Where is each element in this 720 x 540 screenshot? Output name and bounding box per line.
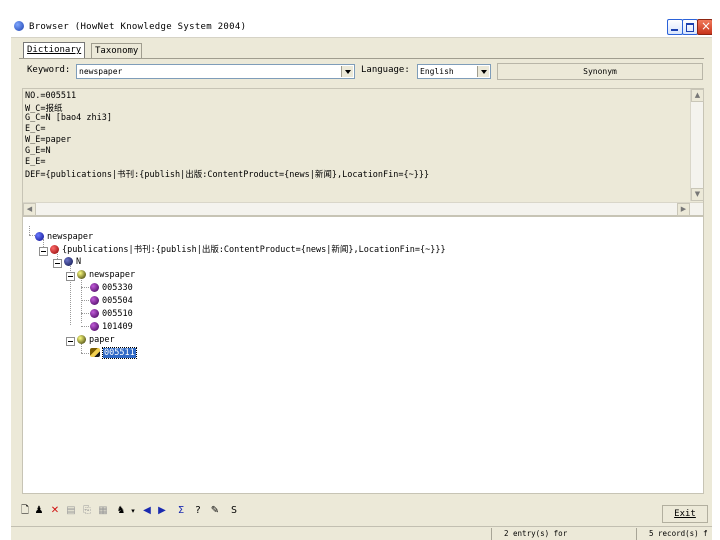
- scroll-right-icon[interactable]: ▶: [677, 203, 690, 216]
- tree-def-node[interactable]: {publications|书刊:{publish|出版:ContentProd…: [50, 245, 446, 256]
- keyword-combo[interactable]: newspaper: [76, 64, 355, 79]
- pos-icon: [64, 257, 73, 266]
- record-icon: [90, 283, 99, 292]
- copy-icon[interactable]: ⎘: [81, 505, 93, 517]
- dropdown-arrow-icon[interactable]: ▾: [127, 505, 139, 517]
- tree-group-node[interactable]: paper: [77, 335, 115, 346]
- record-text-area[interactable]: NO.=005511 W_C=报纸 G_C=N [bao4 zhi3] E_C=…: [22, 88, 704, 216]
- tree-record-node[interactable]: 005330: [90, 283, 133, 294]
- record-line: NO.=005511: [25, 91, 77, 101]
- tree-connector: [81, 300, 89, 301]
- bottom-toolbar: 🗋 ♟ ✕ ▤ ⎘ ▦ ♞ ▾ ◀ ▶ Σ ? ✎ S: [11, 500, 712, 524]
- tree-record-node[interactable]: 005510: [90, 309, 133, 320]
- tab-divider: [19, 58, 704, 59]
- scroll-left-icon[interactable]: ◀: [23, 203, 36, 216]
- users-icon[interactable]: ♟: [33, 505, 45, 517]
- record-horizontal-scrollbar[interactable]: ◀ ▶: [23, 202, 703, 216]
- language-select[interactable]: English: [417, 64, 491, 79]
- record-icon: [90, 309, 99, 318]
- tree-record-node-selected[interactable]: 005511: [90, 347, 137, 359]
- tree-record-node[interactable]: 101409: [90, 322, 133, 333]
- keyword-label: Keyword:: [27, 65, 71, 75]
- s-icon[interactable]: S: [228, 505, 240, 517]
- collapse-icon[interactable]: [39, 247, 48, 256]
- forward-icon[interactable]: ▶: [156, 505, 168, 517]
- definition-icon: [50, 245, 59, 254]
- status-records: 5 record(s) f: [636, 528, 712, 540]
- tree-connector: [29, 226, 30, 235]
- tree-connector: [81, 313, 89, 314]
- status-bar: 2 entry(s) for 5 record(s) f: [11, 526, 712, 540]
- tree-connector: [81, 326, 89, 327]
- exit-button[interactable]: Exit: [662, 505, 708, 523]
- tab-taxonomy[interactable]: Taxonomy: [91, 43, 143, 59]
- record-line: DEF={publications|书刊:{publish|出版:Content…: [25, 170, 430, 180]
- new-doc-icon[interactable]: 🗋: [19, 505, 31, 517]
- record-icon: [90, 296, 99, 305]
- record-line: W_E=paper: [25, 135, 72, 145]
- app-globe-icon: [14, 21, 24, 31]
- keyword-dropdown-arrow-icon[interactable]: [341, 66, 353, 77]
- tree-record-node[interactable]: 005504: [90, 296, 133, 307]
- language-value: English: [420, 67, 454, 76]
- edit-pen-icon: [90, 348, 100, 357]
- language-label: Language:: [361, 65, 410, 75]
- tree-root[interactable]: newspaper: [35, 232, 93, 243]
- note-icon[interactable]: ✎: [209, 505, 221, 517]
- concept-root-icon: [35, 232, 44, 241]
- delete-icon[interactable]: ✕: [49, 505, 61, 517]
- record-line: E_C=: [25, 124, 46, 134]
- tree-group-node[interactable]: newspaper: [77, 270, 135, 281]
- maximize-button[interactable]: [682, 19, 698, 35]
- status-entries: 2 entry(s) for: [491, 528, 644, 540]
- filter-icon[interactable]: ▤: [65, 505, 77, 517]
- back-icon[interactable]: ◀: [141, 505, 153, 517]
- record-line: G_E=N: [25, 146, 51, 156]
- synonym-button[interactable]: Synonym: [497, 63, 703, 80]
- collapse-icon[interactable]: [66, 337, 75, 346]
- record-vertical-scrollbar[interactable]: ▲ ▼: [690, 89, 704, 201]
- browser-window: Browser (HowNet Knowledge System 2004) D…: [11, 17, 712, 540]
- paste-icon[interactable]: ▦: [97, 505, 109, 517]
- collapse-icon[interactable]: [53, 259, 62, 268]
- title-bar[interactable]: Browser (HowNet Knowledge System 2004): [11, 17, 712, 38]
- collapse-icon[interactable]: [66, 272, 75, 281]
- sigma-icon[interactable]: Σ: [175, 505, 187, 517]
- window-title: Browser (HowNet Knowledge System 2004): [29, 22, 247, 32]
- keyword-value: newspaper: [79, 67, 123, 76]
- minimize-button[interactable]: [667, 19, 683, 35]
- tree-connector: [81, 353, 89, 354]
- tree-connector: [81, 287, 89, 288]
- run-icon[interactable]: ♞: [115, 505, 127, 517]
- scroll-down-icon[interactable]: ▼: [691, 188, 704, 201]
- help-icon[interactable]: ?: [192, 505, 204, 517]
- tab-dictionary[interactable]: Dictionary: [23, 42, 86, 59]
- concept-tree[interactable]: newspaper {publications|书刊:{publish|出版:C…: [22, 216, 704, 494]
- language-dropdown-arrow-icon[interactable]: [477, 66, 489, 77]
- record-line: G_C=N [bao4 zhi3]: [25, 113, 112, 123]
- record-icon: [90, 322, 99, 331]
- word-group-icon: [77, 335, 86, 344]
- word-group-icon: [77, 270, 86, 279]
- close-button[interactable]: [697, 19, 712, 35]
- tree-connector: [81, 275, 82, 323]
- record-line: E_E=: [25, 157, 46, 167]
- scroll-up-icon[interactable]: ▲: [691, 89, 704, 102]
- tree-pos-node[interactable]: N: [64, 257, 81, 268]
